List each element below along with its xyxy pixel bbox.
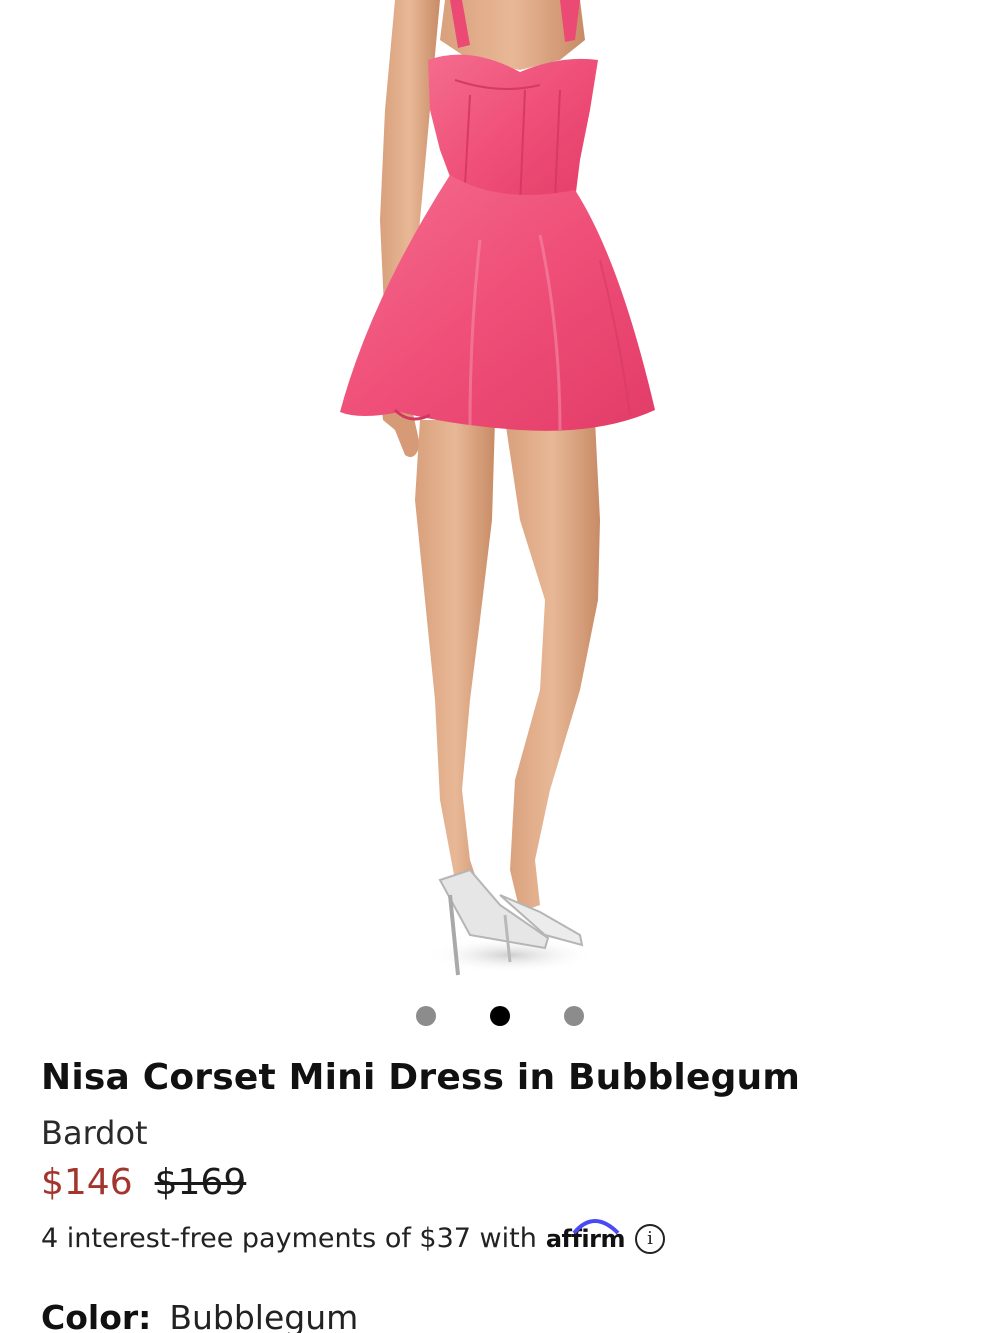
info-icon[interactable]: i (635, 1223, 665, 1254)
product-info: Nisa Corset Mini Dress in Bubblegum Bard… (41, 1052, 980, 1333)
affirm-arc-icon (572, 1218, 620, 1234)
carousel-dot-2[interactable] (490, 1006, 510, 1026)
carousel-dot-1[interactable] (416, 1006, 436, 1026)
sale-price: $146 (41, 1162, 133, 1203)
installments-row: 4 interest-free payments of $37 with aff… (41, 1218, 980, 1254)
product-photo (340, 0, 655, 976)
color-row: Color: Bubblegum (41, 1298, 980, 1333)
product-title: Nisa Corset Mini Dress in Bubblegum (41, 1057, 801, 1098)
installments-text: 4 interest-free payments of $37 with (41, 1223, 537, 1254)
color-label: Color: (41, 1298, 152, 1333)
color-value: Bubblegum (169, 1298, 359, 1333)
carousel-dot-3[interactable] (564, 1006, 584, 1026)
original-price: $169 (154, 1162, 247, 1203)
carousel-dots (0, 1006, 1000, 1026)
price-row: $146 $169 (41, 1162, 980, 1203)
product-image[interactable] (0, 0, 1000, 985)
affirm-logo: affirm (546, 1218, 626, 1253)
product-page: Nisa Corset Mini Dress in Bubblegum Bard… (0, 0, 1000, 1333)
brand-link[interactable]: Bardot (41, 1110, 148, 1156)
